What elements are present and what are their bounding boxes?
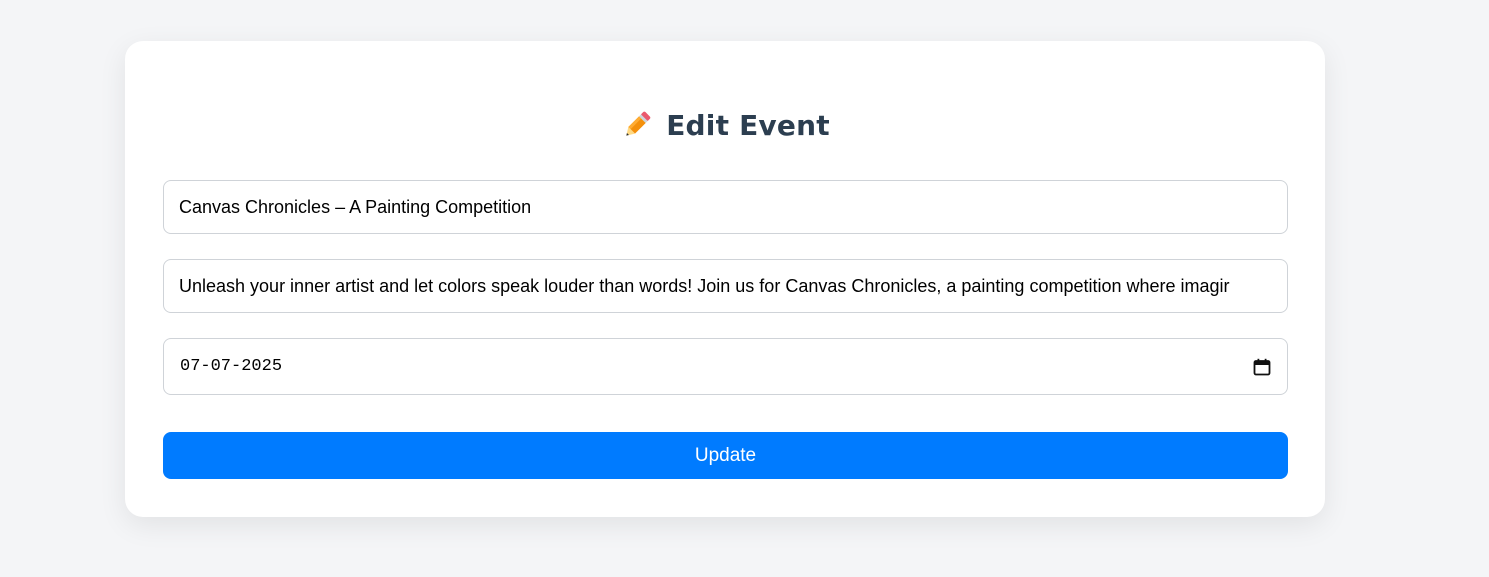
- event-name-input[interactable]: [163, 180, 1288, 234]
- form-header: Edit Event: [125, 107, 1325, 143]
- update-button[interactable]: Update: [163, 432, 1288, 479]
- edit-event-card: Edit Event 07-07-2025 Update: [125, 41, 1325, 517]
- date-value: 07-07-2025: [180, 357, 283, 376]
- calendar-icon[interactable]: [1253, 358, 1271, 376]
- page-title: Edit Event: [666, 108, 830, 142]
- event-date-input[interactable]: 07-07-2025: [163, 338, 1288, 395]
- event-description-input[interactable]: [163, 259, 1288, 313]
- pencil-icon: [620, 108, 654, 142]
